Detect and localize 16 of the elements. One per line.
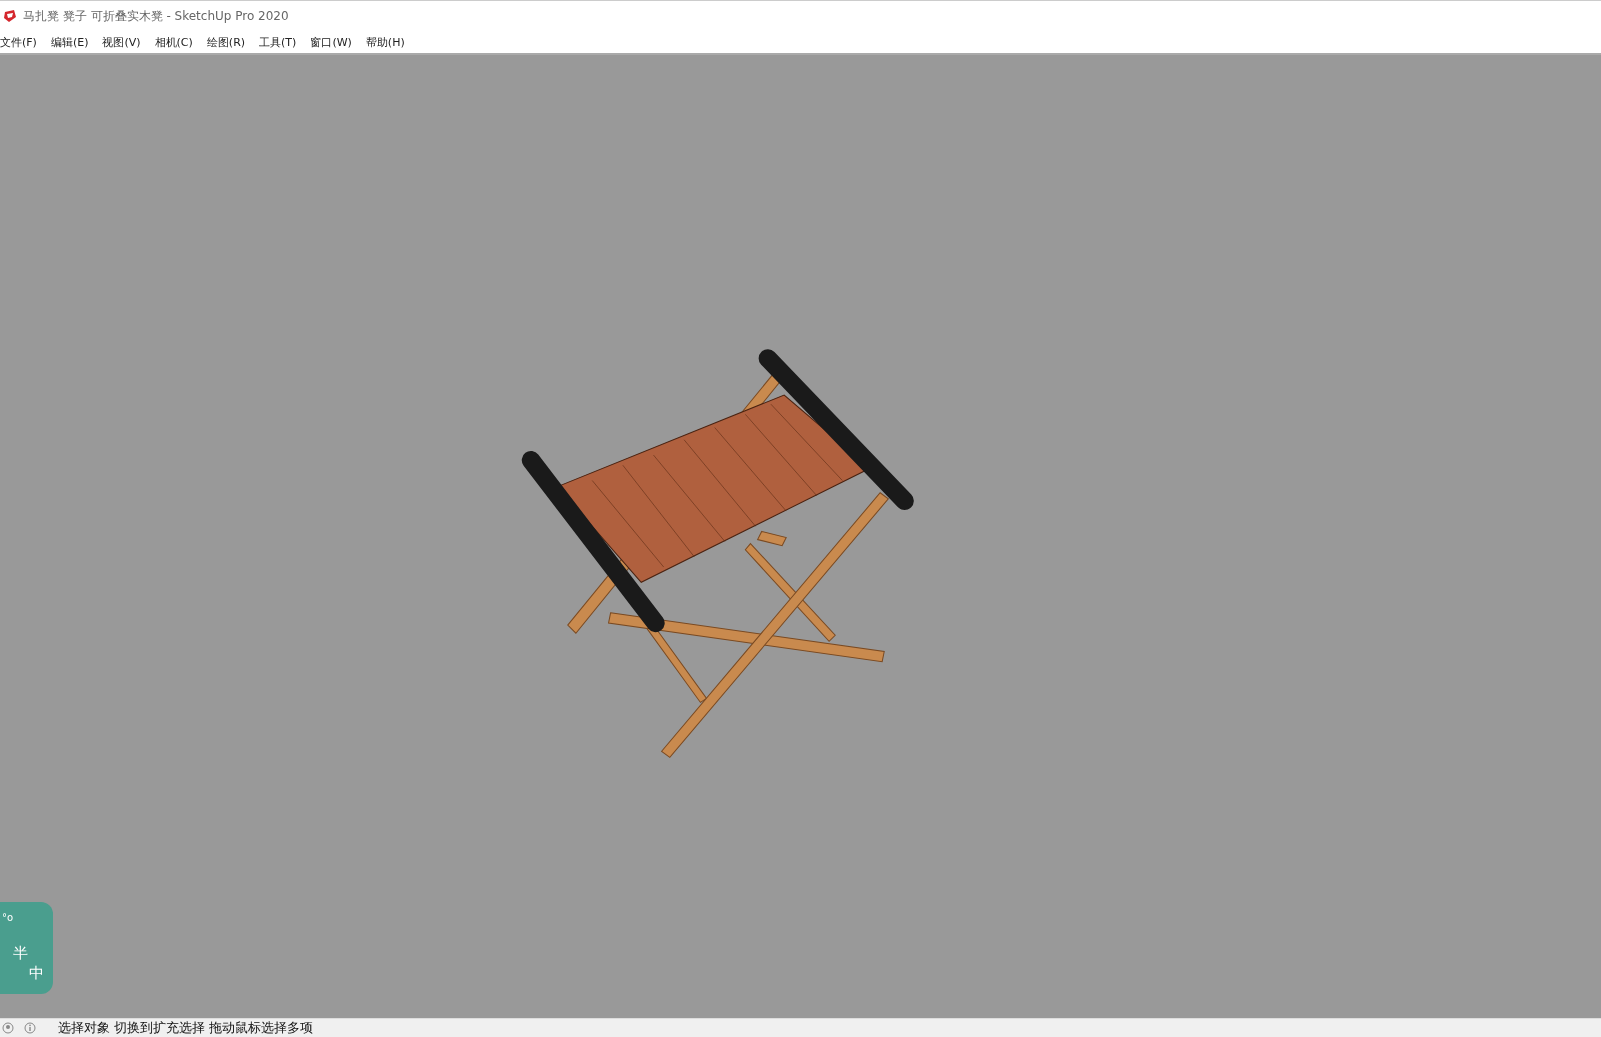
ime-language-indicator: 中 (29, 964, 44, 983)
menu-item[interactable]: 绘图(R) (206, 34, 246, 50)
info-icon[interactable] (24, 1022, 36, 1034)
menu-item[interactable]: 窗口(W) (310, 34, 352, 50)
ime-punctuation-indicator: °o (2, 912, 14, 923)
geolocation-icon[interactable] (2, 1022, 14, 1034)
status-message: 选择对象 切换到扩充选择 拖动鼠标选择多项 (58, 1019, 314, 1037)
menu-item[interactable]: 视图(V) (102, 34, 141, 50)
menu-item[interactable]: 相机(C) (154, 34, 193, 50)
ime-width-indicator: 半 (13, 944, 28, 963)
menu-item[interactable]: 文件(F) (0, 34, 37, 50)
menu-item[interactable]: 工具(T) (259, 34, 297, 50)
app-logo-icon (3, 9, 17, 23)
menu-item[interactable]: 帮助(H) (365, 34, 405, 50)
menu-item[interactable]: 编辑(E) (50, 34, 89, 50)
window-title: 马扎凳 凳子 可折叠实木凳 - SketchUp Pro 2020 (23, 7, 289, 25)
